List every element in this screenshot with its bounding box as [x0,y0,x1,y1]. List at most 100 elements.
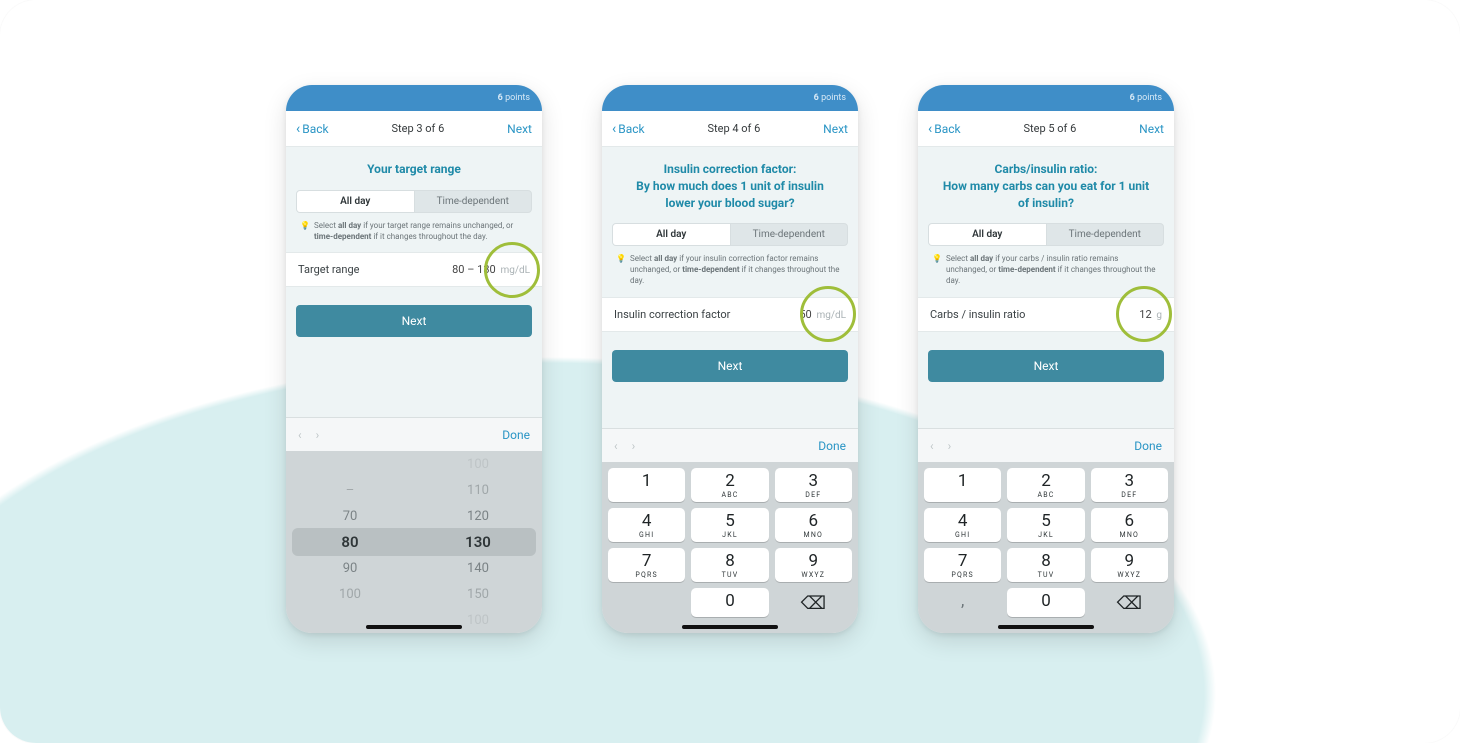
headline: Your target range [286,147,542,186]
hint-body: Select all day if your carbs / insulin r… [946,254,1160,286]
backspace-icon: ⌫ [1117,593,1142,614]
points-badge: 6 points [498,93,530,103]
chevron-left-icon[interactable]: ‹ [614,439,618,453]
key-5[interactable]: 5JKL [691,508,768,542]
chevron-left-icon[interactable]: ‹ [930,439,934,453]
lightbulb-icon: 💡 [932,254,942,286]
step-title: Step 5 of 6 [1023,122,1076,135]
lightbulb-icon: 💡 [300,221,310,243]
field-value: 50 mg/dL [799,308,846,321]
segment-all-day[interactable]: All day [297,191,415,212]
nav-bar: ‹Back Step 3 of 6 Next [286,111,542,147]
picker-col-left[interactable]: – 70 80 90 100 [286,451,414,633]
points-badge: 6 points [1130,93,1162,103]
key-7[interactable]: 7PQRS [924,548,1001,582]
key-6[interactable]: 6MNO [775,508,852,542]
key-4[interactable]: 4GHI [608,508,685,542]
stage: 6 points ‹Back Step 3 of 6 Next Your tar… [0,0,1460,743]
key-blank [608,588,685,617]
next-link[interactable]: Next [1139,122,1164,136]
key-5[interactable]: 5JKL [1007,508,1084,542]
segment-all-day[interactable]: All day [929,224,1047,245]
picker-row-selected: 130 [465,529,491,555]
segment-time-dependent[interactable]: Time-dependent [415,191,532,212]
phone-screen-3: 6 points ‹Back Step 5 of 6 Next Carbs/in… [918,85,1174,633]
wheel-picker[interactable]: – 70 80 90 100 100 110 120 130 140 150 1… [286,451,542,633]
chevron-left-icon: ‹ [612,122,616,136]
segment-time-dependent[interactable]: Time-dependent [731,224,848,245]
field-label: Insulin correction factor [614,308,730,321]
primary-next-button[interactable]: Next [612,350,848,382]
hint-text: 💡 Select all day if your carbs / insulin… [918,254,1174,296]
chevron-right-icon[interactable]: › [632,439,636,453]
step-title: Step 3 of 6 [391,122,444,135]
field-value: 80 – 130 mg/dL [452,263,530,276]
numeric-keypad: 1 2ABC 3DEF 4GHI 5JKL 6MNO 7PQRS 8TUV 9W… [602,462,858,633]
content: Your target range All day Time-dependent… [286,147,542,633]
key-4[interactable]: 4GHI [924,508,1001,542]
key-9[interactable]: 9WXYZ [1091,548,1168,582]
picker-row: 140 [467,555,489,581]
key-7[interactable]: 7PQRS [608,548,685,582]
picker-toolbar: ‹ › Done [918,428,1174,462]
picker-row-selected: 80 [341,529,358,555]
key-0[interactable]: 0 [1007,588,1084,617]
next-link[interactable]: Next [823,122,848,136]
key-3[interactable]: 3DEF [1091,468,1168,502]
picker-arrows: ‹ › [930,439,951,453]
picker-row: 100 [467,607,489,633]
key-delete[interactable]: ⌫ [775,588,852,617]
hint-text: 💡 Select all day if your target range re… [286,221,542,253]
key-1[interactable]: 1 [608,468,685,502]
status-bar: 6 points [918,85,1174,111]
done-button[interactable]: Done [502,428,530,442]
home-indicator[interactable] [998,625,1094,629]
home-indicator[interactable] [366,625,462,629]
back-button[interactable]: ‹Back [612,122,645,136]
key-1[interactable]: 1 [924,468,1001,502]
segment-all-day[interactable]: All day [613,224,731,245]
next-link[interactable]: Next [507,122,532,136]
key-delete[interactable]: ⌫ [1091,588,1168,617]
chevron-left-icon[interactable]: ‹ [298,428,302,442]
done-button[interactable]: Done [818,439,846,453]
hint-body: Select all day if your target range rema… [314,221,528,243]
field-value: 12 g [1139,308,1162,321]
phone-screen-1: 6 points ‹Back Step 3 of 6 Next Your tar… [286,85,542,633]
key-2[interactable]: 2ABC [691,468,768,502]
field-label: Target range [298,263,359,276]
picker-row: 100 [467,451,489,477]
done-button[interactable]: Done [1134,439,1162,453]
primary-next-button[interactable]: Next [928,350,1164,382]
chevron-right-icon[interactable]: › [948,439,952,453]
lightbulb-icon: 💡 [616,254,626,286]
key-3[interactable]: 3DEF [775,468,852,502]
picker-toolbar: ‹ › Done [286,417,542,451]
picker-col-right[interactable]: 100 110 120 130 140 150 100 [414,451,542,633]
chevron-right-icon[interactable]: › [316,428,320,442]
correction-factor-field[interactable]: Insulin correction factor 50 mg/dL [602,297,858,332]
chevron-left-icon: ‹ [928,122,932,136]
key-8[interactable]: 8TUV [1007,548,1084,582]
home-indicator[interactable] [682,625,778,629]
key-6[interactable]: 6MNO [1091,508,1168,542]
back-button[interactable]: ‹Back [296,122,329,136]
carbs-insulin-field[interactable]: Carbs / insulin ratio 12 g [918,297,1174,332]
segment-time-dependent[interactable]: Time-dependent [1047,224,1164,245]
target-range-field[interactable]: Target range 80 – 130 mg/dL [286,252,542,287]
segmented-control: All day Time-dependent [612,223,848,246]
spacer [602,382,858,428]
headline: Insulin correction factor: By how much d… [602,147,858,219]
key-0[interactable]: 0 [691,588,768,617]
primary-next-button[interactable]: Next [296,305,532,337]
picker-toolbar: ‹ › Done [602,428,858,462]
field-label: Carbs / insulin ratio [930,308,1025,321]
segmented-control: All day Time-dependent [296,190,532,213]
key-9[interactable]: 9WXYZ [775,548,852,582]
key-8[interactable]: 8TUV [691,548,768,582]
status-bar: 6 points [286,85,542,111]
spacer [918,382,1174,428]
key-comma[interactable]: , [924,588,1001,617]
key-2[interactable]: 2ABC [1007,468,1084,502]
back-button[interactable]: ‹Back [928,122,961,136]
